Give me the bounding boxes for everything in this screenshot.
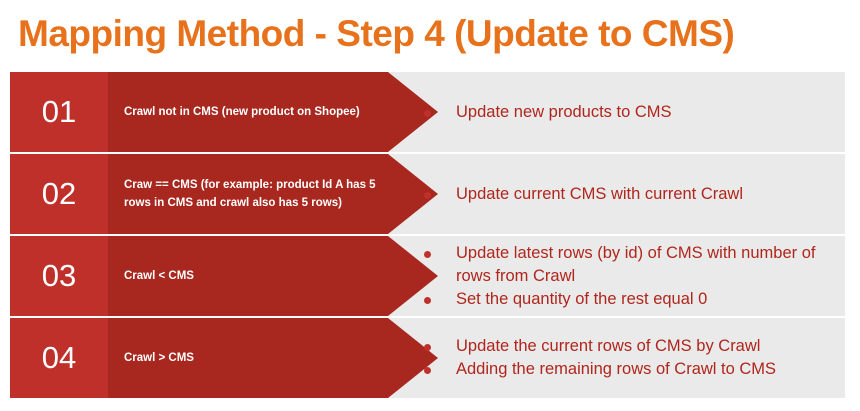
bullet-dot-icon (424, 109, 431, 117)
row-number-box: 04 (10, 318, 108, 398)
action-item: Adding the remaining rows of Crawl to CM… (420, 358, 825, 381)
action-list: Update the current rows of CMS by Crawl … (420, 318, 825, 398)
action-item: Update the current rows of CMS by Crawl (420, 335, 825, 358)
step-row-4: 04 Crawl > CMS Update the current rows o… (10, 318, 845, 398)
bullet-dot-icon (424, 250, 431, 258)
action-text: Set the quantity of the rest equal 0 (456, 289, 708, 308)
row-number-box: 02 (10, 154, 108, 234)
row-number: 01 (41, 94, 77, 129)
action-list: Update latest rows (by id) of CMS with n… (420, 236, 825, 316)
action-text: Update new products to CMS (456, 102, 672, 121)
action-text: Adding the remaining rows of Crawl to CM… (456, 360, 777, 378)
action-text: Update the current rows of CMS by Crawl (456, 337, 761, 355)
action-text: Update current CMS with current Crawl (456, 184, 744, 203)
condition-text: Crawl < CMS (124, 270, 194, 282)
row-number-box: 01 (10, 72, 108, 152)
action-item: Update current CMS with current Crawl (420, 183, 825, 206)
condition-text: Craw == CMS (for example: product Id A h… (124, 179, 376, 209)
bullet-dot-icon (424, 191, 431, 199)
action-list: Update current CMS with current Crawl (420, 154, 825, 234)
action-text: Update latest rows (by id) of CMS with n… (456, 243, 816, 285)
step-row-3: 03 Crawl < CMS Update latest rows (by id… (10, 236, 845, 316)
action-item: Update new products to CMS (420, 101, 825, 124)
action-item: Update latest rows (by id) of CMS with n… (420, 242, 825, 288)
condition-arrow: Craw == CMS (for example: product Id A h… (108, 154, 438, 234)
slide-title: Mapping Method - Step 4 (Update to CMS) (18, 13, 735, 54)
action-list: Update new products to CMS (420, 72, 825, 152)
step-row-1: 01 Crawl not in CMS (new product on Shop… (10, 72, 845, 152)
row-number: 04 (41, 340, 77, 375)
condition-arrow: Crawl < CMS (108, 236, 438, 316)
row-number: 02 (41, 176, 77, 211)
action-item: Set the quantity of the rest equal 0 (420, 288, 825, 311)
condition-text: Crawl > CMS (124, 352, 194, 364)
bullet-dot-icon (424, 367, 431, 374)
bullet-dot-icon (424, 296, 431, 304)
row-number-box: 03 (10, 236, 108, 316)
bullet-dot-icon (424, 344, 431, 351)
condition-text: Crawl not in CMS (new product on Shopee) (124, 106, 360, 118)
condition-arrow: Crawl not in CMS (new product on Shopee) (108, 72, 438, 152)
row-number: 03 (41, 258, 77, 293)
step-row-2: 02 Craw == CMS (for example: product Id … (10, 154, 845, 234)
condition-arrow: Crawl > CMS (108, 318, 438, 398)
